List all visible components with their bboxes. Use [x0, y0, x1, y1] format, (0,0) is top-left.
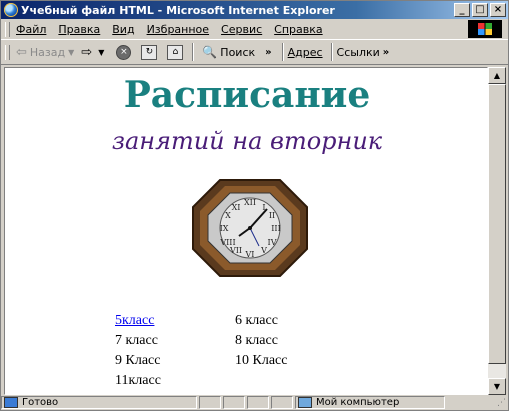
back-button[interactable]: ⇦ Назад ▼ — [16, 45, 77, 60]
menu-bar: Файл Правка Вид Избранное Сервис Справка — [1, 19, 508, 39]
scroll-down-icon[interactable]: ▼ — [488, 378, 506, 395]
page-subtitle: занятий на вторник — [111, 127, 383, 155]
status-cell — [247, 396, 269, 409]
class-link-6: 6 класс — [235, 313, 278, 328]
status-cell — [199, 396, 221, 409]
computer-icon — [298, 397, 312, 408]
menu-help[interactable]: Справка — [274, 23, 322, 36]
ie-logo-icon — [4, 3, 18, 17]
links-label: Ссылки — [336, 45, 380, 59]
search-icon: 🔍 — [202, 45, 218, 59]
toolbar-grip — [5, 44, 10, 60]
class-row: 9 Класс 10 Класс — [115, 351, 355, 371]
svg-text:XI: XI — [232, 203, 241, 212]
close-button[interactable]: × — [490, 3, 506, 17]
browser-window: Учебный файл HTML - Microsoft Internet E… — [0, 0, 509, 411]
class-cell[interactable]: 5класс — [115, 311, 235, 331]
toolbar-separator — [330, 43, 333, 61]
class-link-9: 9 Класс — [115, 353, 161, 368]
class-link-5[interactable]: 5класс — [115, 313, 154, 328]
menu-favorites[interactable]: Избранное — [147, 23, 209, 36]
home-icon[interactable]: ⌂ — [167, 44, 184, 60]
address-label[interactable]: Адрес — [288, 46, 323, 59]
clock-image: XII III VI IX I II IV V VII VIII X XI — [192, 179, 308, 277]
class-link-10: 10 Класс — [235, 353, 288, 368]
security-zone-cell: Мой компьютер — [295, 396, 445, 409]
svg-text:IV: IV — [268, 238, 277, 247]
page-title: Расписание — [123, 74, 371, 116]
class-row: 11класс — [115, 371, 355, 391]
toolbar-grip — [5, 21, 10, 37]
links-button[interactable]: Ссылки » — [337, 46, 390, 59]
maximize-button[interactable]: □ — [472, 3, 488, 17]
menu-tools[interactable]: Сервис — [221, 23, 262, 36]
search-label: Поиск — [220, 45, 256, 59]
status-cell — [271, 396, 293, 409]
class-link-8: 8 класс — [235, 333, 278, 348]
menu-edit[interactable]: Правка — [58, 23, 100, 36]
chevron-down-icon[interactable]: ▼ — [98, 48, 104, 57]
status-bar: Готово Мой компьютер ⋰ — [1, 395, 508, 410]
title-bar: Учебный файл HTML - Microsoft Internet E… — [1, 1, 508, 19]
toolbar-separator — [281, 43, 284, 61]
class-link-11: 11класс — [115, 373, 161, 388]
svg-text:VII: VII — [229, 246, 242, 255]
more-chevron-icon[interactable]: » — [265, 47, 271, 58]
svg-text:II: II — [269, 211, 275, 220]
refresh-icon[interactable]: ↻ — [141, 44, 158, 60]
back-arrow-icon: ⇦ — [16, 44, 27, 60]
standard-toolbar: ⇦ Назад ▼ ⇨ ▼ × ↻ ⌂ 🔍 Поиск » Адрес Ссыл… — [1, 39, 508, 65]
chevron-down-icon[interactable]: ▼ — [68, 48, 74, 57]
minimize-button[interactable]: _ — [454, 3, 470, 17]
menu-file[interactable]: Файл — [16, 23, 46, 36]
class-row: 5класс 6 класс — [115, 311, 355, 331]
search-button[interactable]: 🔍 Поиск — [198, 45, 255, 59]
windows-logo-icon — [468, 20, 502, 38]
stop-icon[interactable]: × — [116, 44, 132, 60]
page-icon — [4, 397, 18, 408]
vertical-scrollbar[interactable]: ▲ ▼ — [488, 67, 506, 395]
status-cell — [223, 396, 245, 409]
class-link-7: 7 класс — [115, 333, 158, 348]
svg-text:VI: VI — [245, 250, 255, 259]
svg-text:XII: XII — [244, 198, 256, 207]
scroll-thumb[interactable] — [488, 84, 506, 364]
more-chevron-icon: » — [382, 46, 390, 58]
forward-button[interactable]: ⇨ ▼ — [81, 45, 107, 60]
scroll-up-icon[interactable]: ▲ — [488, 67, 506, 84]
forward-arrow-icon: ⇨ — [81, 44, 93, 60]
class-row: 7 класс 8 класс — [115, 331, 355, 351]
status-text-cell: Готово — [1, 396, 197, 409]
svg-text:X: X — [225, 211, 231, 220]
toolbar-separator — [192, 43, 195, 61]
class-links: 5класс 6 класс 7 класс 8 класс 9 Класс 1… — [115, 311, 355, 391]
svg-text:IX: IX — [220, 224, 229, 233]
page-viewport: Расписание занятий на вторник XII III VI… — [4, 67, 488, 395]
svg-text:VIII: VIII — [219, 238, 235, 247]
status-text: Готово — [22, 397, 59, 408]
window-title: Учебный файл HTML - Microsoft Internet E… — [21, 3, 335, 17]
back-label: Назад — [29, 45, 66, 59]
menu-view[interactable]: Вид — [112, 23, 134, 36]
svg-text:III: III — [271, 224, 280, 233]
svg-text:V: V — [260, 246, 267, 255]
security-zone-text: Мой компьютер — [316, 397, 400, 408]
resize-grip-icon[interactable]: ⋰ — [497, 398, 506, 408]
